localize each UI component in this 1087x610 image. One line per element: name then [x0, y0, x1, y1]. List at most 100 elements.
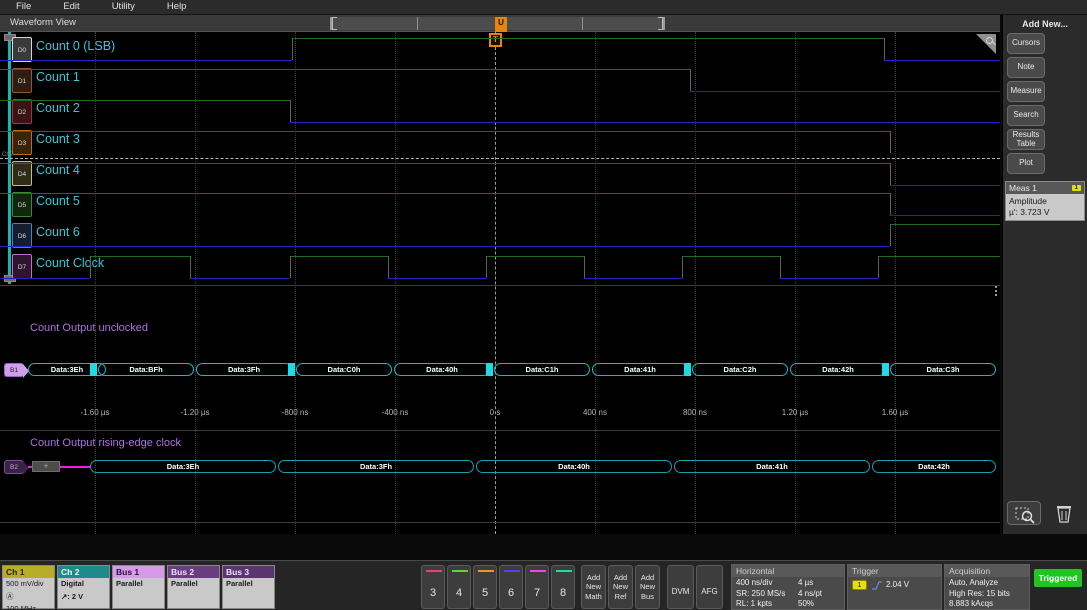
ch2-line1: Digital [58, 578, 109, 591]
overview-pan-bar[interactable]: U [330, 17, 665, 30]
overview-left-bracket[interactable] [332, 17, 337, 30]
acquisition-mode: Auto, Analyze [949, 578, 1025, 589]
digital-channel-d2[interactable]: D2 Count 2 [0, 96, 1000, 127]
bus-packet-separator [90, 363, 97, 376]
menu-item-utility[interactable]: Utility [104, 0, 143, 14]
trash-icon[interactable] [1047, 501, 1081, 525]
bus-packet[interactable]: Data:42h [790, 363, 886, 376]
measurement-header: Meas 1 1 [1006, 182, 1084, 194]
bus-lane-b2[interactable]: + Data:3Eh Data:3Fh Data:40h Data:41h Da… [0, 460, 1000, 473]
ch1-line1: 500 mV/div [3, 578, 54, 591]
channel-badge-d6[interactable]: D6 [12, 223, 32, 248]
right-side-panel: Add New... Cursors Note Measure Search R… [1002, 15, 1087, 534]
channel-badge-d0[interactable]: D0 [12, 37, 32, 62]
bus-packet[interactable]: Data:BFh [98, 363, 194, 376]
bus-packet-separator [486, 363, 493, 376]
time-axis: -1.60 µs -1.20 µs -800 ns -400 ns 0 s 40… [0, 408, 1000, 422]
add-new-ref-button[interactable]: Add New Ref [608, 565, 633, 609]
acquisition-resolution: High Res: 15 bits [949, 589, 1025, 600]
menu-item-edit[interactable]: Edit [55, 0, 87, 14]
channel-badge-d2[interactable]: D2 [12, 99, 32, 124]
bus-packet[interactable]: Data:C3h [890, 363, 996, 376]
zoom-icon[interactable] [1007, 501, 1041, 525]
bus-lane-b1[interactable]: Data:3Eh Data:BFh Data:3Fh Data:C0h Data… [0, 363, 1000, 376]
acquisition-panel[interactable]: Acquisition Auto, Analyze High Res: 15 b… [944, 564, 1030, 610]
channel-color-bar-3 [426, 570, 442, 572]
time-tick-label: 0 s [490, 408, 501, 417]
channel-badge-d4[interactable]: D4 [12, 161, 32, 186]
panel-drag-handle[interactable] [995, 284, 999, 304]
horizontal-record-length: RL: 1 kpts [736, 599, 798, 610]
add-cursors-button[interactable]: Cursors [1007, 33, 1045, 54]
channel-button-7[interactable]: 7 [525, 565, 549, 609]
channel-badge-bus2[interactable]: Bus 2 Parallel [167, 565, 220, 609]
add-new-title: Add New... [1003, 15, 1087, 29]
bus-packet[interactable]: Data:42h [872, 460, 996, 473]
bus-packet[interactable]: Data:40h [394, 363, 490, 376]
trigger-panel[interactable]: Trigger 1 2.04 V [847, 564, 942, 610]
trigger-source-badge[interactable]: 1 [852, 580, 867, 590]
channel-badge-ch1[interactable]: Ch 1 500 mV/div Ⓐ 100 MHz [2, 565, 55, 609]
bus-packet[interactable]: Data:C0h [296, 363, 392, 376]
channel-button-3[interactable]: 3 [421, 565, 445, 609]
channel-label-d7: Count Clock [36, 256, 104, 270]
channel-number-3: 3 [430, 587, 436, 599]
rising-edge-icon [871, 581, 881, 589]
status-badge[interactable]: Triggered [1034, 569, 1082, 587]
bus-packet[interactable]: Data:C1h [494, 363, 590, 376]
bus-packet[interactable]: Data:40h [476, 460, 672, 473]
overview-trigger-handle[interactable]: U [495, 17, 507, 32]
channel-badge-bus3[interactable]: Bus 3 Parallel [222, 565, 275, 609]
channel-badge-d5[interactable]: D5 [12, 192, 32, 217]
horizontal-panel[interactable]: Horizontal 400 ns/div4 µs SR: 250 MS/s4 … [731, 564, 845, 610]
channel-badge-d1[interactable]: D1 [12, 68, 32, 93]
add-plot-button[interactable]: Plot [1007, 153, 1045, 174]
bus-packet[interactable]: Data:3Fh [196, 363, 292, 376]
menu-item-file[interactable]: File [8, 0, 39, 14]
channel-badge-d3[interactable]: D3 [12, 130, 32, 155]
afg-button[interactable]: AFG [696, 565, 723, 609]
digital-channel-d4[interactable]: D4 Count 4 [0, 158, 1000, 189]
bus-title-b2: Count Output rising-edge clock [30, 437, 181, 449]
channel-number-7: 7 [534, 587, 540, 599]
digital-channel-d6[interactable]: D6 Count 6 [0, 220, 1000, 251]
acquisition-count: 8.883 kAcqs [949, 599, 1025, 610]
bus-packet[interactable]: Data:41h [674, 460, 870, 473]
bus-packet[interactable]: Data:C2h [692, 363, 788, 376]
channel-button-8[interactable]: 8 [551, 565, 575, 609]
bus-title-b1: Count Output unclocked [30, 322, 148, 334]
measurement-badge[interactable]: Meas 1 1 Amplitude µ': 3.723 V [1005, 181, 1085, 221]
add-new-bus-button[interactable]: Add New Bus [635, 565, 660, 609]
waveform-canvas[interactable]: T D0 Count 0 (LSB) D1 Count 1 D2 [0, 32, 1000, 534]
trigger-header: Trigger [848, 565, 941, 577]
add-search-button[interactable]: Search [1007, 105, 1045, 126]
channel-badge-d7[interactable]: D7 [12, 254, 32, 279]
digital-channel-d5[interactable]: D5 Count 5 [0, 189, 1000, 220]
overview-tick [582, 17, 583, 30]
waveform-view-header: Waveform View U [0, 15, 1000, 32]
menu-item-help[interactable]: Help [159, 0, 195, 14]
digital-channel-d0[interactable]: D0 Count 0 (LSB) [0, 34, 1000, 65]
channel-badge-ch2[interactable]: Ch 2 Digital ↗: 2 V [57, 565, 110, 609]
add-measure-button[interactable]: Measure [1007, 81, 1045, 102]
add-new-math-button[interactable]: Add New Math [581, 565, 606, 609]
digital-channel-d1[interactable]: D1 Count 1 [0, 65, 1000, 96]
bus-packet-separator [288, 363, 295, 376]
channel-button-5[interactable]: 5 [473, 565, 497, 609]
bus3-line1: Parallel [223, 578, 274, 591]
digital-channel-d7[interactable]: D7 Count Clock [0, 251, 1000, 282]
digital-channel-d3[interactable]: D3 Count 3 [0, 127, 1000, 158]
add-results-table-button[interactable]: Results Table [1007, 129, 1045, 150]
bus-packet[interactable]: Data:3Fh [278, 460, 474, 473]
add-note-button[interactable]: Note [1007, 57, 1045, 78]
ch1-line2: Ⓐ [3, 591, 54, 604]
bus-add-handle-b2[interactable]: + [32, 461, 60, 472]
channel-button-4[interactable]: 4 [447, 565, 471, 609]
channel-badge-bus1[interactable]: Bus 1 Parallel [112, 565, 165, 609]
bus-packet[interactable]: Data:41h [592, 363, 688, 376]
dvm-button[interactable]: DVM [667, 565, 694, 609]
channel-button-6[interactable]: 6 [499, 565, 523, 609]
bus-packet[interactable]: Data:3Eh [90, 460, 276, 473]
panel-tools [1007, 500, 1083, 526]
overview-right-bracket[interactable] [658, 17, 663, 30]
